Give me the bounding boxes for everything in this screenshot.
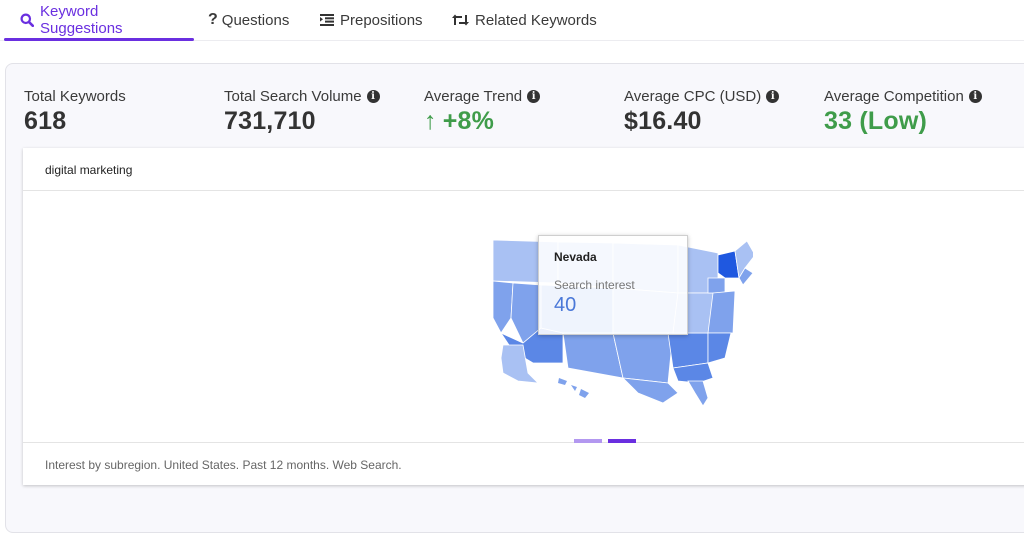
stat-value: 731,710 [224,107,316,135]
stat-value: $16.40 [624,107,702,135]
map-region [687,380,709,407]
tooltip-label: Search interest [554,278,635,292]
tab-bar: Keyword Suggestions ? Questions Preposit… [0,0,1024,41]
stat-average-cpc: Average CPC (USD) i $16.40 [624,88,824,136]
tab-label: Prepositions [340,11,423,29]
stat-label: Average Competition [824,88,964,105]
map-region [492,280,514,334]
search-icon [20,13,34,27]
stat-label: Total Search Volume [224,88,362,105]
info-icon[interactable]: i [366,90,380,103]
map-region [562,332,624,379]
map-region-hawaii [558,378,589,398]
tab-related-keywords[interactable]: Related Keywords [438,0,611,40]
stats-row: Total Keywords 618 Total Search Volume i … [24,88,1024,136]
tab-label: Questions [221,11,290,29]
tooltip-value: 40 [554,294,577,316]
stat-total-keywords: Total Keywords 618 [24,88,224,136]
stat-label: Total Keywords [24,88,126,105]
stat-label: Average CPC (USD) [624,88,762,105]
stat-value: 618 [24,107,67,135]
carousel-pagination [574,439,636,443]
tab-label: Related Keywords [475,11,597,29]
interest-map-card: digital marketing Nevada Search interest… [23,148,1024,485]
stat-total-search-volume: Total Search Volume i 731,710 [224,88,424,136]
indent-list-icon [320,14,334,26]
map-region [667,332,709,369]
map-region [621,377,679,404]
info-icon[interactable]: i [968,90,982,103]
map-region [707,277,726,294]
map-region [707,332,732,364]
info-icon[interactable]: i [766,90,780,103]
stat-average-competition: Average Competition i 33 (Low) [824,88,1024,136]
tab-prepositions[interactable]: Prepositions [306,0,438,40]
tab-questions[interactable]: ? Questions [194,0,306,40]
tooltip-region: Nevada [554,250,597,264]
tab-label: Keyword Suggestions [40,3,123,37]
stat-label: Average Trend [424,88,523,105]
map-footer-caption: Interest by subregion. United States. Pa… [23,442,1024,485]
stat-value: +8% [442,107,495,135]
pagination-dot-2[interactable] [608,439,636,443]
tab-keyword-suggestions[interactable]: Keyword Suggestions [0,0,194,41]
arrow-up-icon: ↑ [424,107,437,135]
question-icon: ? [208,11,218,28]
map-tooltip: Nevada Search interest 40 [538,235,688,335]
retweet-icon [452,14,469,26]
keyword-overview-panel: Total Keywords 618 Total Search Volume i … [5,63,1024,533]
map-keyword-title: digital marketing [23,148,1024,191]
info-icon[interactable]: i [527,90,541,103]
pagination-dot-1[interactable] [574,439,602,443]
stat-average-trend: Average Trend i ↑ +8% [424,88,624,136]
stat-value: 33 (Low) [824,107,927,135]
